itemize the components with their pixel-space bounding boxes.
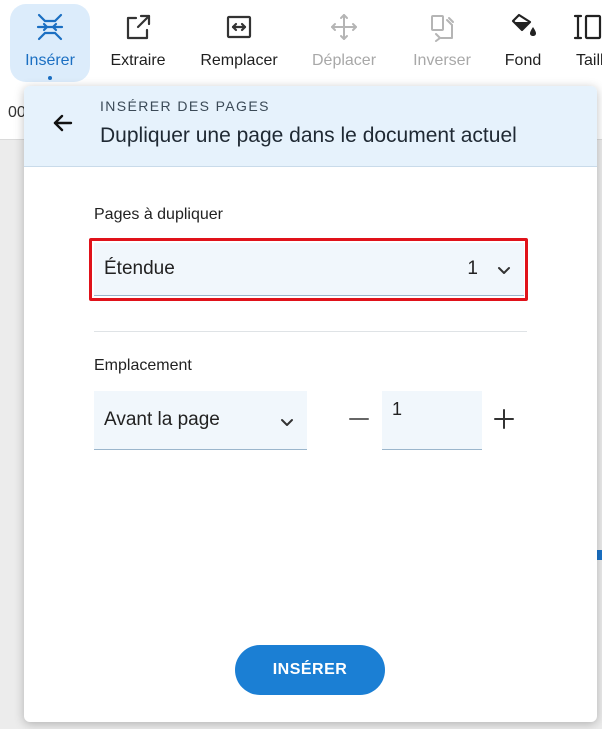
minus-icon [349, 418, 369, 420]
fill-icon [506, 10, 540, 44]
move-label: Déplacer [311, 52, 377, 69]
decrement-button[interactable] [346, 406, 372, 432]
fill-label: Fond [504, 52, 542, 69]
location-label: Emplacement [94, 357, 192, 374]
plus-icon [494, 409, 514, 429]
pages-select[interactable]: Étendue 1 [94, 243, 524, 296]
scroll-indicator [597, 550, 602, 560]
extract-label: Extraire [110, 52, 166, 69]
fill-button[interactable]: Fond [500, 4, 546, 82]
replace-label: Remplacer [200, 52, 278, 69]
toolbar: Insérer Extraire Remplacer Déplacer Inve… [0, 0, 602, 86]
chevron-down-icon [498, 267, 510, 274]
insert-pages-icon [33, 10, 67, 44]
replace-button[interactable]: Remplacer [196, 4, 282, 82]
reverse-icon [425, 10, 459, 44]
insert-label: Insérer [25, 52, 75, 69]
insert-submit-button[interactable]: INSÉRER [235, 645, 385, 695]
pages-select-value: Étendue [104, 258, 175, 279]
location-select[interactable]: Avant la page [94, 391, 307, 450]
insert-button[interactable]: Insérer [10, 4, 90, 82]
reverse-label: Inverser [413, 52, 471, 69]
extract-icon [121, 10, 155, 44]
extract-button[interactable]: Extraire [104, 4, 172, 82]
resize-icon [572, 10, 602, 44]
pages-select-number: 1 [467, 258, 478, 279]
move-icon [327, 10, 361, 44]
chevron-down-icon [281, 419, 293, 426]
location-select-value: Avant la page [104, 409, 220, 430]
pages-to-duplicate-label: Pages à dupliquer [94, 206, 223, 223]
reverse-button[interactable]: Inverser [404, 4, 480, 82]
dialog-header: INSÉRER DES PAGES Dupliquer une page dan… [24, 86, 597, 167]
divider [94, 331, 527, 332]
move-button[interactable]: Déplacer [306, 4, 382, 82]
back-button[interactable] [48, 108, 78, 138]
arrow-left-icon [53, 114, 73, 132]
dialog-overline: INSÉRER DES PAGES [100, 98, 270, 114]
insert-pages-dialog: INSÉRER DES PAGES Dupliquer une page dan… [24, 86, 597, 722]
dialog-title: Dupliquer une page dans le document actu… [100, 124, 517, 147]
active-indicator [48, 76, 52, 80]
resize-button[interactable]: Taill [572, 4, 602, 82]
resize-label: Taill [576, 52, 602, 69]
page-number-input[interactable] [382, 391, 482, 450]
increment-button[interactable] [491, 406, 517, 432]
replace-icon [222, 10, 256, 44]
